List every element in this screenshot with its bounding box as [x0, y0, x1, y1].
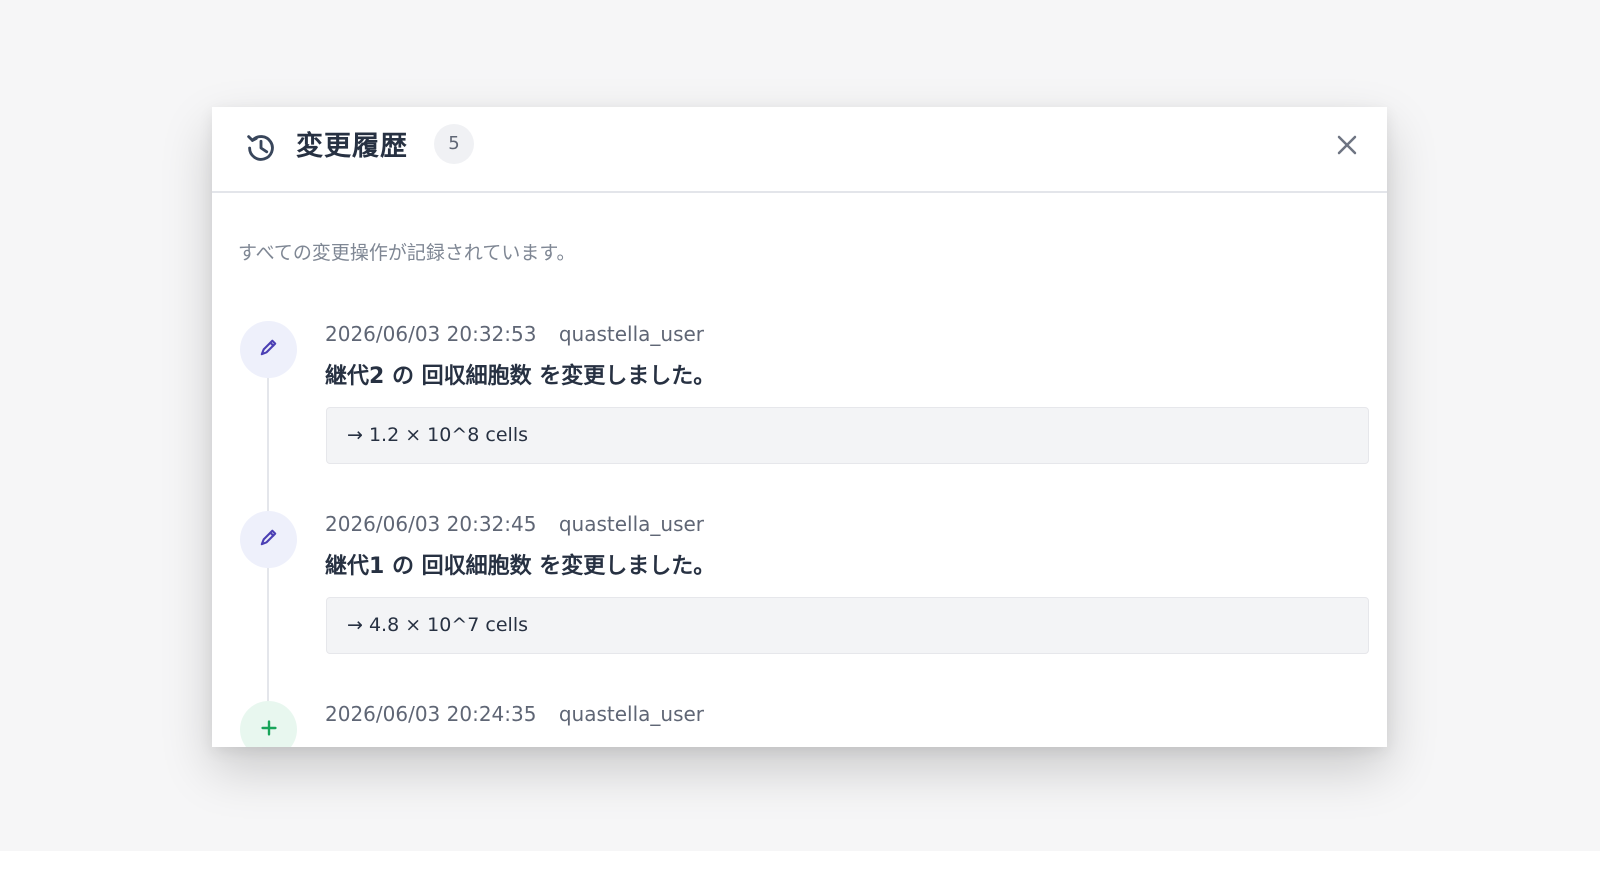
entry-message: 継代2 の 回収細胞数 を変更しました。	[325, 364, 716, 389]
edit-entry-icon	[240, 321, 297, 378]
entry-meta: 2026/06/03 20:24:35 quastella_user	[325, 701, 704, 727]
change-value: → 4.8 × 10^7 cells	[347, 614, 528, 636]
history-timeline: 2026/06/03 20:32:53 quastella_user 継代2 の…	[212, 193, 1387, 747]
entry-timestamp: 2026/06/03 20:32:45	[325, 512, 537, 536]
history-count-badge: 5	[434, 124, 474, 164]
entry-message: 継代1 の 回収細胞数 を変更しました。	[325, 554, 716, 579]
close-icon	[1332, 135, 1362, 163]
history-icon	[242, 129, 280, 167]
close-button[interactable]	[1332, 130, 1362, 160]
entry-timestamp: 2026/06/03 20:32:53	[325, 322, 537, 346]
pencil-icon	[257, 526, 280, 553]
change-detail-box: → 4.8 × 10^7 cells	[326, 597, 1369, 654]
entry-user: quastella_user	[558, 322, 705, 346]
modal-title: 変更履歴	[296, 131, 408, 162]
entry-user: quastella_user	[558, 702, 705, 726]
plus-icon	[258, 717, 280, 743]
entry-meta: 2026/06/03 20:32:45 quastella_user	[325, 511, 704, 537]
edit-entry-icon	[240, 511, 297, 568]
add-entry-icon	[240, 701, 297, 747]
modal-body: すべての変更操作が記録されています。 2026/06/03 20:32:53 q…	[212, 193, 1387, 747]
change-detail-box: → 1.2 × 10^8 cells	[326, 407, 1369, 464]
change-history-modal: 変更履歴 5 すべての変更操作が記録されています。 2026/06/03 20:…	[212, 107, 1387, 747]
entry-timestamp: 2026/06/03 20:24:35	[325, 702, 537, 726]
modal-header: 変更履歴 5	[212, 107, 1387, 193]
entry-user: quastella_user	[558, 512, 705, 536]
entry-meta: 2026/06/03 20:32:53 quastella_user	[325, 321, 704, 347]
change-value: → 1.2 × 10^8 cells	[347, 424, 528, 446]
page-bottom-strip	[0, 851, 1600, 870]
pencil-icon	[257, 336, 280, 363]
